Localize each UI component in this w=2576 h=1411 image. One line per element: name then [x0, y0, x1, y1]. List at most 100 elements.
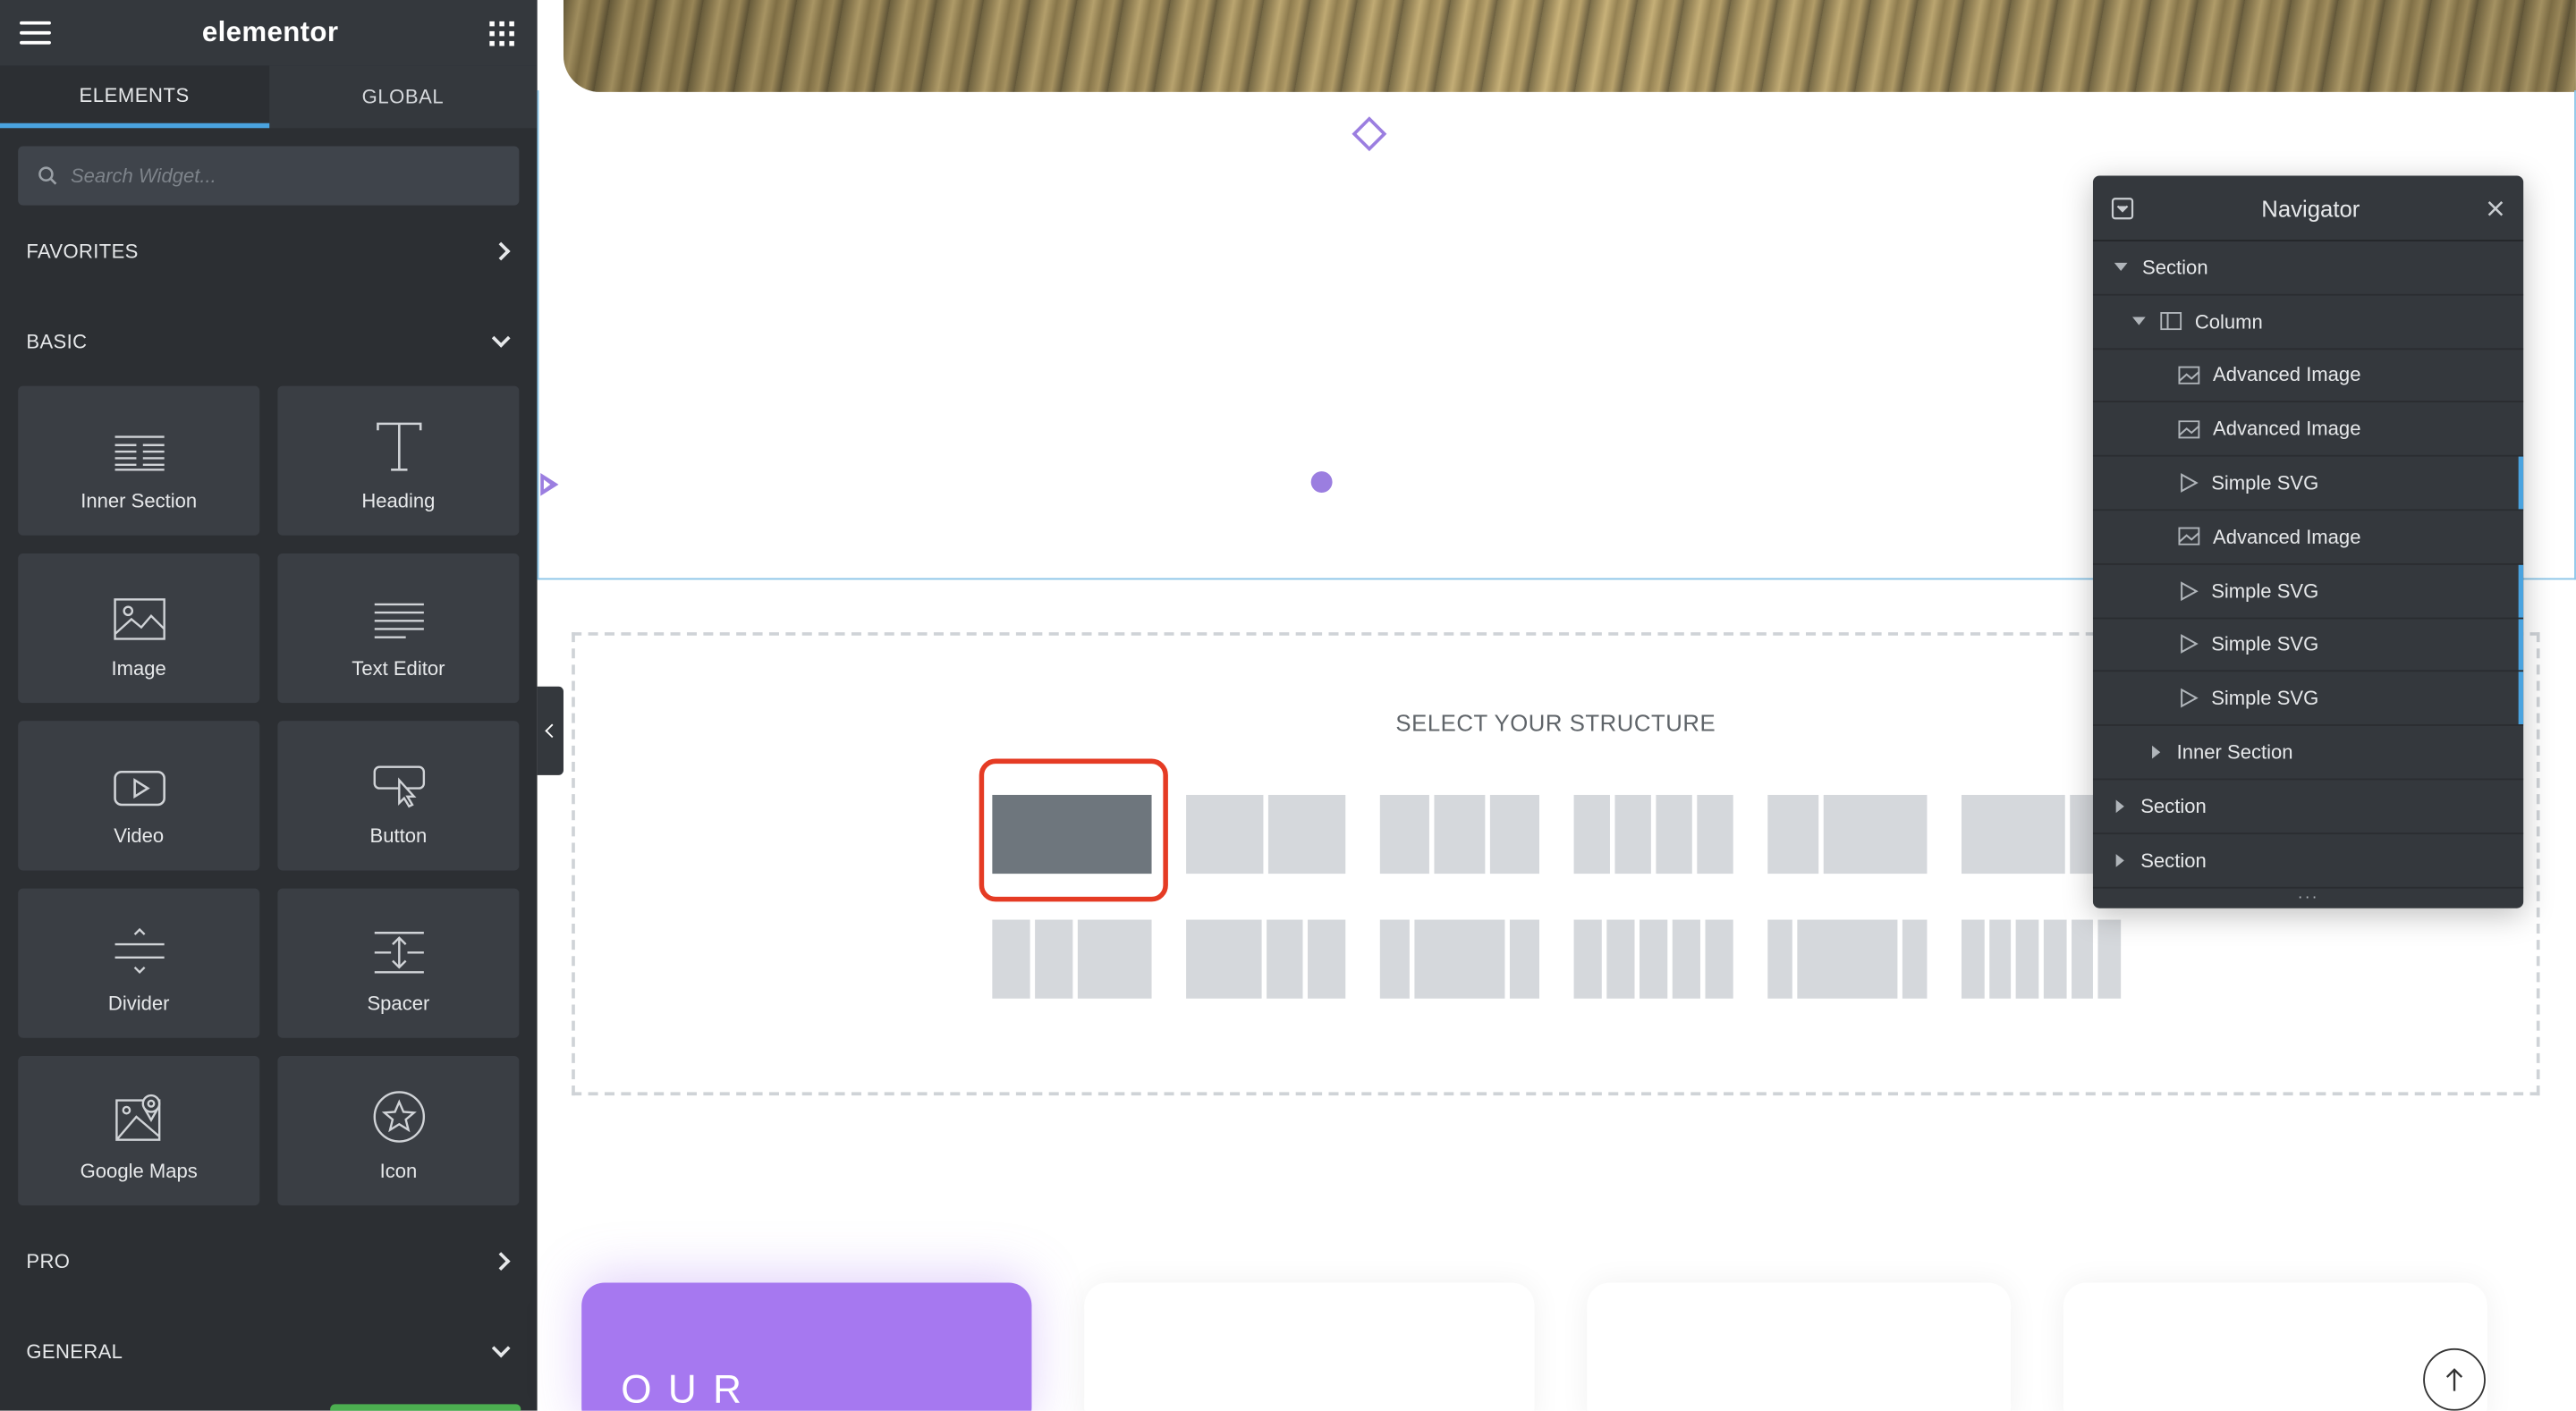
- navigator-item-simple-svg[interactable]: Simple SVG: [2092, 618, 2524, 672]
- navigator-item-simple-svg[interactable]: Simple SVG: [2092, 564, 2524, 619]
- widget-google-maps[interactable]: Google Maps: [18, 1055, 260, 1206]
- preset-5-columns[interactable]: [1573, 919, 1733, 999]
- widget-video[interactable]: Video: [18, 721, 260, 871]
- category-pro-label: PRO: [26, 1248, 71, 1272]
- category-general[interactable]: GENERAL: [0, 1305, 538, 1396]
- navigator-item-inner-section[interactable]: Inner Section: [2092, 726, 2524, 781]
- caret-down-icon[interactable]: [2132, 317, 2146, 326]
- spacer-icon: [373, 932, 423, 974]
- navigator-item-section[interactable]: Section: [2092, 241, 2524, 296]
- navigator-header[interactable]: Navigator: [2092, 176, 2524, 241]
- widget-heading[interactable]: Heading: [277, 385, 520, 536]
- play-triangle-icon: [2178, 689, 2199, 708]
- feature-card-purple[interactable]: OUR: [581, 1282, 1032, 1411]
- widget-label: Video: [114, 824, 165, 848]
- category-basic[interactable]: BASIC: [0, 296, 538, 386]
- navigator-item-label: Simple SVG: [2211, 632, 2319, 656]
- widget-inner-section[interactable]: Inner Section: [18, 385, 260, 536]
- navigator-item-section[interactable]: Section: [2092, 780, 2524, 834]
- preset-50-25-25[interactable]: [1186, 919, 1346, 999]
- preset-25-25-50[interactable]: [992, 919, 1152, 999]
- navigator-item-section[interactable]: Section: [2092, 834, 2524, 888]
- inner-section-icon: [114, 435, 164, 471]
- navigator-item-label: Advanced Image: [2213, 363, 2361, 387]
- divider-icon: [114, 927, 164, 975]
- apps-grid-icon[interactable]: [489, 20, 514, 46]
- chevron-left-icon: [545, 723, 559, 739]
- selection-marker: [2518, 618, 2524, 672]
- image-icon: [2178, 366, 2200, 384]
- widget-grid: Inner Section Heading Image Text Editor: [0, 385, 538, 1206]
- navigator-title: Navigator: [2261, 194, 2360, 222]
- widget-button[interactable]: Button: [277, 721, 520, 871]
- caret-down-icon[interactable]: [2114, 263, 2128, 272]
- hero-wheat-image[interactable]: [563, 0, 2576, 92]
- navigator-item-label: Simple SVG: [2211, 687, 2319, 710]
- preset-6-columns[interactable]: [1962, 919, 2122, 999]
- widget-label: Button: [369, 824, 428, 848]
- close-icon[interactable]: [2487, 199, 2504, 215]
- circle-shape-icon: [1310, 471, 1333, 494]
- tab-global[interactable]: GLOBAL: [268, 65, 537, 128]
- chevron-right-icon: [491, 1251, 511, 1271]
- feature-card[interactable]: [1084, 1282, 1535, 1411]
- feature-card[interactable]: [2063, 1282, 2487, 1411]
- widget-text-editor[interactable]: Text Editor: [277, 553, 520, 704]
- caret-right-icon[interactable]: [2115, 799, 2124, 813]
- heading-icon: [376, 422, 421, 471]
- hamburger-menu-icon[interactable]: [20, 21, 51, 45]
- tab-elements[interactable]: ELEMENTS: [0, 65, 269, 129]
- navigator-panel: Navigator Section Column Advanced Image …: [2092, 175, 2524, 908]
- brand-logo: elementor: [201, 16, 339, 48]
- preset-2-columns[interactable]: [1186, 794, 1346, 874]
- play-triangle-icon: [2178, 473, 2199, 494]
- widget-label: Text Editor: [352, 656, 445, 680]
- preset-25-50-25[interactable]: [1379, 919, 1539, 999]
- update-button[interactable]: [330, 1404, 521, 1411]
- widget-label: Heading: [361, 489, 436, 513]
- preset-33-66[interactable]: [1767, 794, 1928, 874]
- navigator-item-simple-svg[interactable]: Simple SVG: [2092, 456, 2524, 511]
- resize-handle-icon[interactable]: ···: [2093, 888, 2523, 908]
- widget-divider[interactable]: Divider: [18, 888, 260, 1038]
- navigator-item-label: Inner Section: [2176, 740, 2293, 765]
- widget-image[interactable]: Image: [18, 553, 260, 704]
- search-icon: [38, 166, 57, 185]
- collapse-all-icon[interactable]: [2111, 196, 2134, 219]
- button-icon: [372, 765, 425, 808]
- navigator-item-label: Advanced Image: [2213, 525, 2361, 549]
- category-favorites-label: FAVORITES: [26, 239, 139, 262]
- category-pro[interactable]: PRO: [0, 1215, 538, 1305]
- navigator-item-simple-svg[interactable]: Simple SVG: [2092, 672, 2524, 727]
- widget-label: Icon: [379, 1159, 418, 1183]
- navigator-item-advanced-image[interactable]: Advanced Image: [2092, 511, 2524, 565]
- caret-right-icon[interactable]: [2115, 853, 2124, 867]
- play-triangle-icon: [2178, 634, 2199, 655]
- elementor-editor: elementor ELEMENTS GLOBAL FAVORITES BASI…: [0, 0, 2576, 1411]
- preset-3-columns[interactable]: [1379, 794, 1539, 874]
- video-icon: [113, 770, 165, 807]
- chevron-right-icon: [491, 241, 511, 260]
- widget-label: Spacer: [367, 992, 430, 1016]
- collapse-panel-button[interactable]: [537, 686, 564, 775]
- preset-4-columns[interactable]: [1573, 794, 1733, 874]
- feature-card[interactable]: [1587, 1282, 2012, 1411]
- navigator-item-label: Simple SVG: [2211, 471, 2319, 494]
- widget-icon[interactable]: Icon: [277, 1055, 520, 1206]
- caret-right-icon[interactable]: [2152, 745, 2161, 759]
- category-basic-label: BASIC: [26, 329, 88, 352]
- chevron-down-icon: [491, 1338, 511, 1357]
- selection-marker: [2518, 672, 2524, 725]
- scroll-to-top-button[interactable]: [2423, 1348, 2486, 1411]
- category-favorites[interactable]: FAVORITES: [0, 206, 538, 296]
- column-icon: [2160, 312, 2182, 331]
- search-widget-input[interactable]: [70, 164, 482, 188]
- widget-label: Inner Section: [80, 489, 198, 513]
- navigator-item-advanced-image[interactable]: Advanced Image: [2092, 403, 2524, 457]
- card-heading: OUR: [621, 1367, 758, 1411]
- star-icon: [372, 1091, 425, 1143]
- widget-spacer[interactable]: Spacer: [277, 888, 520, 1038]
- preset-16-66-16[interactable]: [1767, 919, 1928, 999]
- navigator-item-advanced-image[interactable]: Advanced Image: [2092, 349, 2524, 403]
- navigator-item-column[interactable]: Column: [2092, 295, 2524, 350]
